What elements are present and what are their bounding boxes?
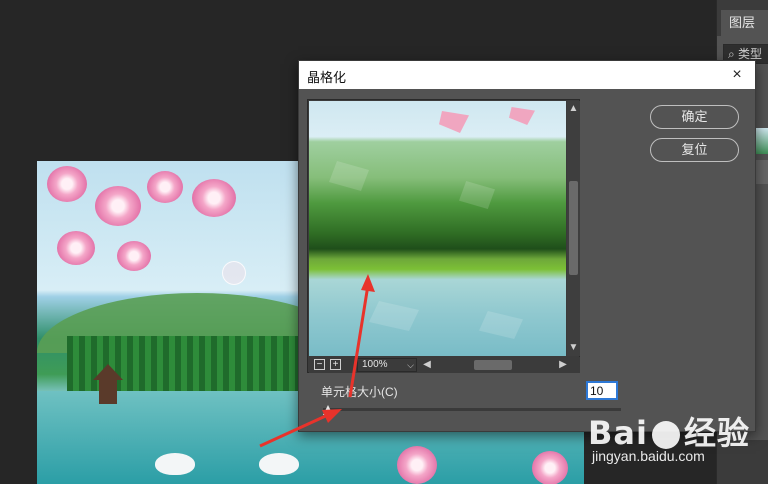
zoom-level-value: 100%	[362, 359, 388, 370]
ok-button[interactable]: 确定	[650, 105, 739, 129]
scroll-down-icon[interactable]: ▼	[567, 341, 580, 355]
horizontal-scroll-thumb[interactable]	[474, 360, 512, 370]
tab-layers[interactable]: 图层	[721, 10, 768, 36]
preview-toolbar: − + 100% ⌵ ◀ ▶	[309, 357, 580, 373]
preview-facet	[369, 301, 419, 331]
preview-image[interactable]	[309, 101, 566, 356]
zoom-level-select[interactable]: 100% ⌵	[357, 358, 417, 372]
blossom	[57, 231, 95, 265]
scroll-right-icon[interactable]: ▶	[557, 358, 569, 372]
swan	[155, 453, 195, 475]
preview-vertical-scrollbar[interactable]: ▲ ▼	[567, 101, 580, 356]
chevron-down-icon: ⌵	[407, 360, 414, 370]
zoom-out-button[interactable]: −	[314, 359, 325, 370]
swan	[259, 453, 299, 475]
preview-facet	[479, 311, 523, 339]
scroll-left-icon[interactable]: ◀	[421, 358, 433, 372]
blossom	[397, 446, 437, 484]
preview-facet	[329, 161, 369, 191]
scroll-up-icon[interactable]: ▲	[567, 102, 580, 116]
reset-button[interactable]: 复位	[650, 138, 739, 162]
crystallize-dialog: 晶格化 × ▲ ▼ − + 100% ⌵ ◀ ▶ 确定 复位 单元格大小(C) …	[298, 60, 756, 432]
canvas-bubble	[222, 261, 246, 285]
preview-petal	[509, 107, 535, 125]
cell-size-label: 单元格大小(C)	[321, 385, 398, 399]
blossom	[95, 186, 141, 226]
zoom-in-button[interactable]: +	[330, 359, 341, 370]
preview-petal	[439, 111, 469, 133]
watermark: Bai 经验 jingyan.baidu.com	[588, 398, 768, 484]
blossom	[47, 166, 87, 202]
slider-handle[interactable]	[323, 405, 333, 415]
blossom	[117, 241, 151, 271]
watermark-url: jingyan.baidu.com	[592, 448, 705, 464]
dialog-title: 晶格化	[307, 70, 347, 85]
blossom	[192, 179, 236, 217]
blossom	[532, 451, 568, 484]
preview-facet	[459, 181, 495, 209]
close-icon[interactable]: ×	[727, 65, 747, 85]
vertical-scroll-thumb[interactable]	[569, 181, 578, 275]
cell-size-slider[interactable]	[323, 405, 621, 415]
blossom	[147, 171, 183, 203]
dialog-titlebar[interactable]: 晶格化 ×	[299, 61, 755, 89]
layer-thumbnail[interactable]	[755, 128, 768, 154]
filter-preview: ▲ ▼ − + 100% ⌵ ◀ ▶	[307, 99, 580, 373]
